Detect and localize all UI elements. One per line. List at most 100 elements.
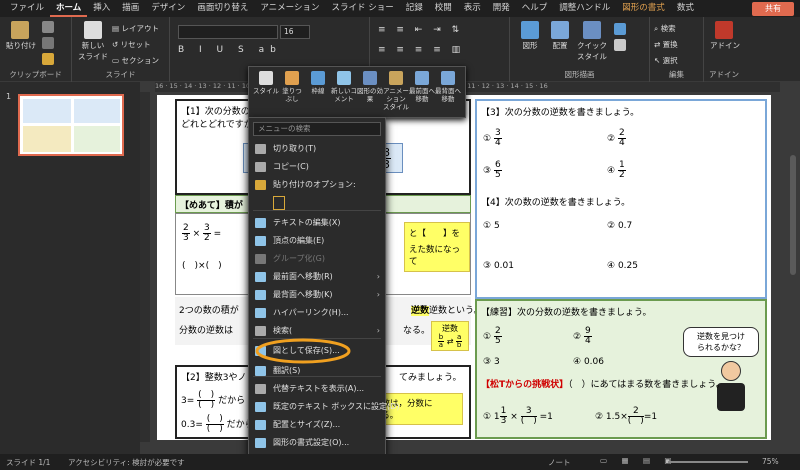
ribbon-tab[interactable]: アニメーション	[254, 0, 325, 17]
yellow-note-line1: と【 】を	[409, 229, 461, 239]
mini-toolbar-button[interactable]: 塗りつぶし	[279, 71, 305, 115]
mini-toolbar-label: 新しいコメント	[331, 87, 357, 103]
mini-toolbar-button[interactable]: 最背面へ移動	[435, 71, 461, 115]
calc-blank-expression: ( )×( )	[182, 261, 222, 271]
item-number: ②	[607, 221, 616, 231]
select-button[interactable]: ↖ 選択	[654, 55, 678, 66]
context-menu-item[interactable]: グループ化(G)	[249, 250, 385, 268]
thumb-block	[74, 99, 120, 123]
ribbon-tab[interactable]: ファイル	[4, 0, 50, 17]
slide-thumbnails-pane: 1	[0, 82, 140, 454]
reset-label: リセット	[120, 40, 151, 49]
challenge-title: 【松Tからの挑戦状】	[481, 380, 569, 390]
accessibility-status[interactable]: アクセシビリティ: 検討が必要です	[68, 457, 185, 468]
font-format-buttons[interactable]: B I U S ab	[178, 45, 282, 55]
ribbon-tab[interactable]: 記録	[400, 0, 429, 17]
ribbon-tab[interactable]: 表示	[458, 0, 487, 17]
fill-icon[interactable]	[614, 23, 626, 35]
mini-toolbar-button[interactable]: アニメーション スタイル	[383, 71, 409, 115]
list-buttons[interactable]: ≡ ≡ ⇤ ⇥ ⇅	[378, 25, 463, 35]
slide-thumbnail[interactable]	[18, 94, 124, 156]
context-menu-item[interactable]: テキストの編集(X)	[249, 214, 385, 232]
format-painter-icon[interactable]	[42, 53, 54, 65]
mini-toolbar-button[interactable]: 枠線	[305, 71, 331, 115]
addin-button[interactable]: アドイン	[710, 21, 740, 51]
mini-toolbar-button[interactable]: スタイル	[253, 71, 279, 115]
copy-icon	[255, 162, 266, 172]
ribbon-tab[interactable]: 数式	[671, 0, 700, 17]
ribbon-tab[interactable]: 図形の書式	[616, 0, 671, 17]
ribbon-tab[interactable]: 調整ハンドル	[553, 0, 616, 17]
meate-yellow-note: と【 】を えた数になって	[404, 222, 470, 272]
context-menu-item[interactable]: 図形の書式設定(O)...	[249, 434, 385, 452]
notes-button[interactable]: ノート	[548, 457, 571, 468]
mini-toolbar-icon	[337, 71, 351, 85]
context-menu-item[interactable]: 最前面へ移動(R) ›	[249, 268, 385, 286]
font-name-select[interactable]	[178, 25, 278, 39]
menu-search-input[interactable]: メニューの検索	[253, 122, 381, 136]
ribbon-tabs: ファイル ホーム 挿入 描画 デザイン 画面切り替え アニメーション スライド ショー 記録 校閲…	[0, 0, 800, 17]
paste-button[interactable]: 貼り付け	[6, 21, 36, 51]
mini-toolbar-icon	[311, 71, 325, 85]
default-textbox-icon	[255, 402, 266, 412]
mini-toolbar-button[interactable]: 新しいコメント	[331, 71, 357, 115]
ribbon-tab[interactable]: 校閲	[429, 0, 458, 17]
mini-toolbar-icon	[389, 71, 403, 85]
context-menu-item[interactable]: 既定のテキスト ボックスに設定(D)	[249, 398, 399, 416]
challenge-item-2: ② 1.5× 2( ) =1	[595, 407, 657, 426]
item-number: ②	[573, 332, 582, 342]
reset-button[interactable]: ↺ リセット	[112, 39, 151, 50]
scissors-icon	[255, 144, 266, 154]
outline-icon[interactable]	[614, 39, 626, 51]
context-menu-label: 翻訳(S)	[273, 366, 301, 375]
replace-button[interactable]: ⇄ 置換	[654, 39, 678, 50]
layout-label: レイアウト	[121, 24, 159, 33]
arrange-button[interactable]: 配置	[546, 21, 574, 51]
item-number: ②	[607, 134, 616, 144]
mini-toolbar-icon	[363, 71, 377, 85]
context-menu-item[interactable]: 代替テキストを表示(A)...	[249, 380, 385, 398]
ribbon-tab[interactable]: スライド ショー	[326, 0, 400, 17]
mini-toolbar-button[interactable]: 最前面へ移動	[409, 71, 435, 115]
share-button[interactable]: 共有	[752, 2, 794, 16]
reciprocal-note: 逆数 ba ⇄ ab	[431, 321, 469, 351]
context-menu-item[interactable]: コピー(C)	[249, 158, 385, 176]
ribbon-tab[interactable]: ホーム	[50, 0, 88, 17]
new-slide-button[interactable]: 新しい スライド	[78, 21, 108, 62]
context-menu-item[interactable]: 切り取り(T)	[249, 140, 385, 158]
view-buttons[interactable]: ▭ ▦ ▤ ▣	[600, 456, 678, 465]
context-menu-item[interactable]: 配置とサイズ(Z)...	[249, 416, 385, 434]
frac-denominator: 2	[204, 233, 210, 243]
context-menu-label: 最背面へ移動(K)	[273, 290, 333, 299]
font-size-select[interactable]: 16	[280, 25, 310, 39]
shape-button[interactable]: 図形	[516, 21, 544, 51]
mini-toolbar-label: スタイル	[253, 87, 279, 95]
note2: 分数の逆数は	[179, 326, 234, 336]
layout-button[interactable]: ▤ レイアウト	[112, 23, 159, 34]
search-button[interactable]: ⌕ 検索	[654, 23, 676, 34]
cut-icon[interactable]	[42, 21, 54, 33]
ribbon-tab[interactable]: ヘルプ	[516, 0, 554, 17]
context-menu-label: 検索(	[273, 326, 293, 335]
context-menu-item[interactable]: ハイパーリンク(H)...	[249, 304, 385, 322]
mini-toolbar-button[interactable]: 図形の効果	[357, 71, 383, 115]
share-label: 共有	[765, 4, 781, 13]
thumb-block	[74, 126, 120, 152]
zoom-slider[interactable]	[668, 461, 748, 463]
paste-option-icon[interactable]	[273, 196, 285, 210]
ribbon-tab[interactable]: 描画	[116, 0, 145, 17]
ribbon-tab[interactable]: 開発	[487, 0, 516, 17]
vertical-scrollbar[interactable]	[790, 155, 796, 275]
copy-icon[interactable]	[42, 37, 54, 49]
context-menu-item[interactable]: 最背面へ移動(K) ›	[249, 286, 385, 304]
ribbon-tab[interactable]: 画面切り替え	[191, 0, 254, 17]
ribbon-tab[interactable]: 挿入	[87, 0, 116, 17]
ribbon-tab[interactable]: デザイン	[145, 0, 191, 17]
section-button[interactable]: ▭ セクション	[112, 55, 159, 66]
align-buttons[interactable]: ≡ ≡ ≡ ≡ ▥	[378, 45, 464, 55]
challenge-line: 【松Tからの挑戦状】（ ）にあてはまる数を書きましょう。	[481, 377, 725, 390]
context-menu-item[interactable]: 頂点の編集(E)	[249, 232, 385, 250]
frac-denominator: ( )	[627, 416, 644, 426]
context-menu-label: テキストの編集(X)	[273, 218, 341, 227]
quick-style-button[interactable]: クイック スタイル	[576, 21, 608, 62]
